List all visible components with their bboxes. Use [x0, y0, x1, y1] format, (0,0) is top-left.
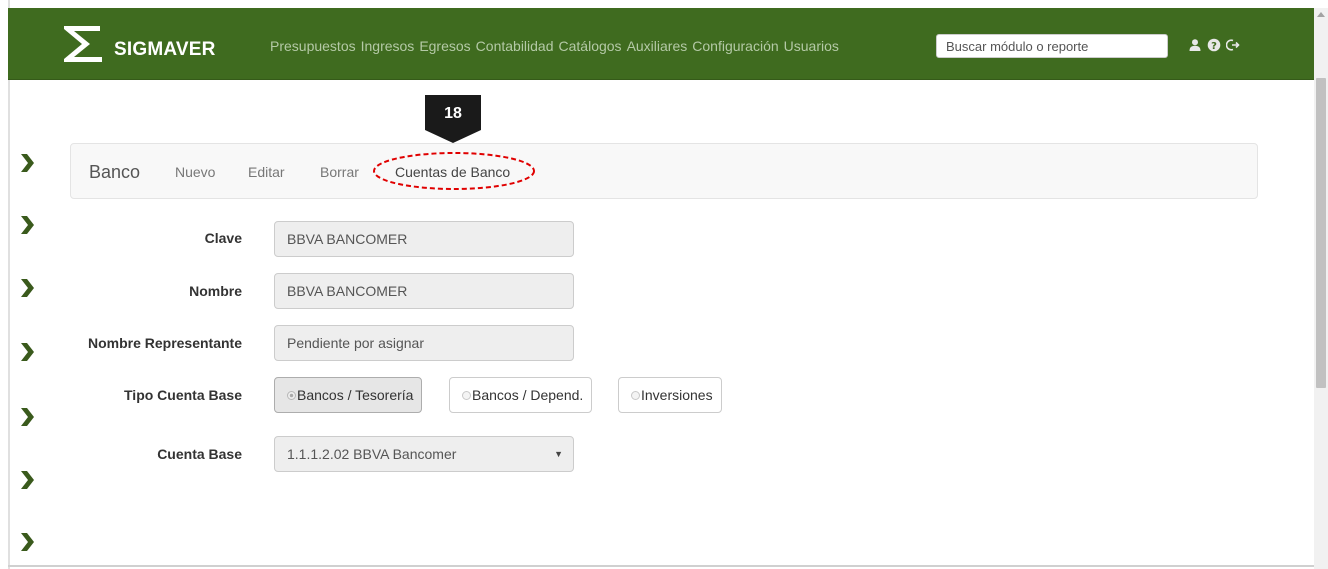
radio-bancos-depend[interactable]: Bancos / Depend. [449, 377, 593, 413]
sigma-logo-icon [64, 26, 102, 62]
radio-label: Bancos / Depend. [472, 387, 584, 403]
borrar-link[interactable]: Borrar [320, 164, 359, 180]
chevron-right-icon[interactable] [19, 532, 35, 552]
radio-label: Bancos / Tesorería [297, 387, 414, 403]
radio-bancos-tesoreria[interactable]: Bancos / Tesorería [274, 377, 423, 413]
svg-text:?: ? [1211, 41, 1217, 52]
scroll-thumb[interactable] [1316, 78, 1326, 388]
radio-unselected-icon [631, 390, 640, 400]
tipo-cuenta-base-label: Tipo Cuenta Base [124, 387, 242, 403]
nav-configuracion[interactable]: Configuración [692, 38, 778, 54]
cuenta-base-label: Cuenta Base [157, 446, 242, 462]
nav-auxiliares[interactable]: Auxiliares [627, 38, 688, 54]
radio-label: Inversiones [641, 387, 713, 403]
nombre-field[interactable] [274, 273, 574, 309]
nav-egresos[interactable]: Egresos [419, 38, 470, 54]
nav-catalogos[interactable]: Catálogos [559, 38, 622, 54]
nav-presupuestos[interactable]: Presupuestos [270, 38, 356, 54]
dropdown-caret-icon: ▼ [554, 449, 563, 459]
user-icon[interactable] [1188, 38, 1202, 52]
action-bar: Banco Nuevo Editar Borrar Cuentas de Ban… [70, 143, 1258, 199]
step-number: 18 [444, 105, 462, 122]
vertical-scrollbar[interactable] [1314, 8, 1328, 569]
nav-usuarios[interactable]: Usuarios [784, 38, 839, 54]
search-input[interactable] [936, 34, 1168, 58]
clave-field[interactable] [274, 221, 574, 257]
highlight-ellipse [373, 152, 535, 190]
help-icon[interactable]: ? [1207, 38, 1221, 52]
nav-icons: ? [1188, 38, 1240, 52]
page-title: Banco [89, 162, 141, 182]
scroll-up-arrow-icon[interactable] [1317, 12, 1325, 17]
editar-link[interactable]: Editar [248, 164, 285, 180]
nuevo-link[interactable]: Nuevo [175, 164, 215, 180]
nav-ingresos[interactable]: Ingresos [361, 38, 415, 54]
chevron-right-icon[interactable] [19, 153, 35, 173]
nav-contabilidad[interactable]: Contabilidad [476, 38, 554, 54]
radio-selected-icon [287, 390, 296, 400]
nombre-label: Nombre [189, 283, 242, 299]
radio-inversiones[interactable]: Inversiones [618, 377, 722, 413]
step-callout: 18 [422, 94, 484, 144]
main-menu: Presupuestos Ingresos Egresos Contabilid… [270, 38, 844, 54]
representante-label: Nombre Representante [87, 335, 242, 351]
radio-unselected-icon [462, 390, 471, 400]
logout-icon[interactable] [1226, 38, 1240, 52]
app-name: SIGMAVER [114, 39, 216, 60]
representante-field[interactable] [274, 325, 574, 361]
chevron-right-icon[interactable] [19, 470, 35, 490]
cuenta-base-value: 1.1.1.2.02 BBVA Bancomer [287, 446, 457, 462]
clave-label: Clave [204, 230, 242, 246]
page-frame-bottom [8, 565, 1316, 567]
chevron-right-icon[interactable] [19, 407, 35, 427]
cuenta-base-select[interactable]: 1.1.1.2.02 BBVA Bancomer ▼ [274, 436, 574, 472]
brand[interactable]: SIGMAVER [60, 18, 216, 70]
top-navbar: SIGMAVER Presupuestos Ingresos Egresos C… [8, 8, 1314, 80]
